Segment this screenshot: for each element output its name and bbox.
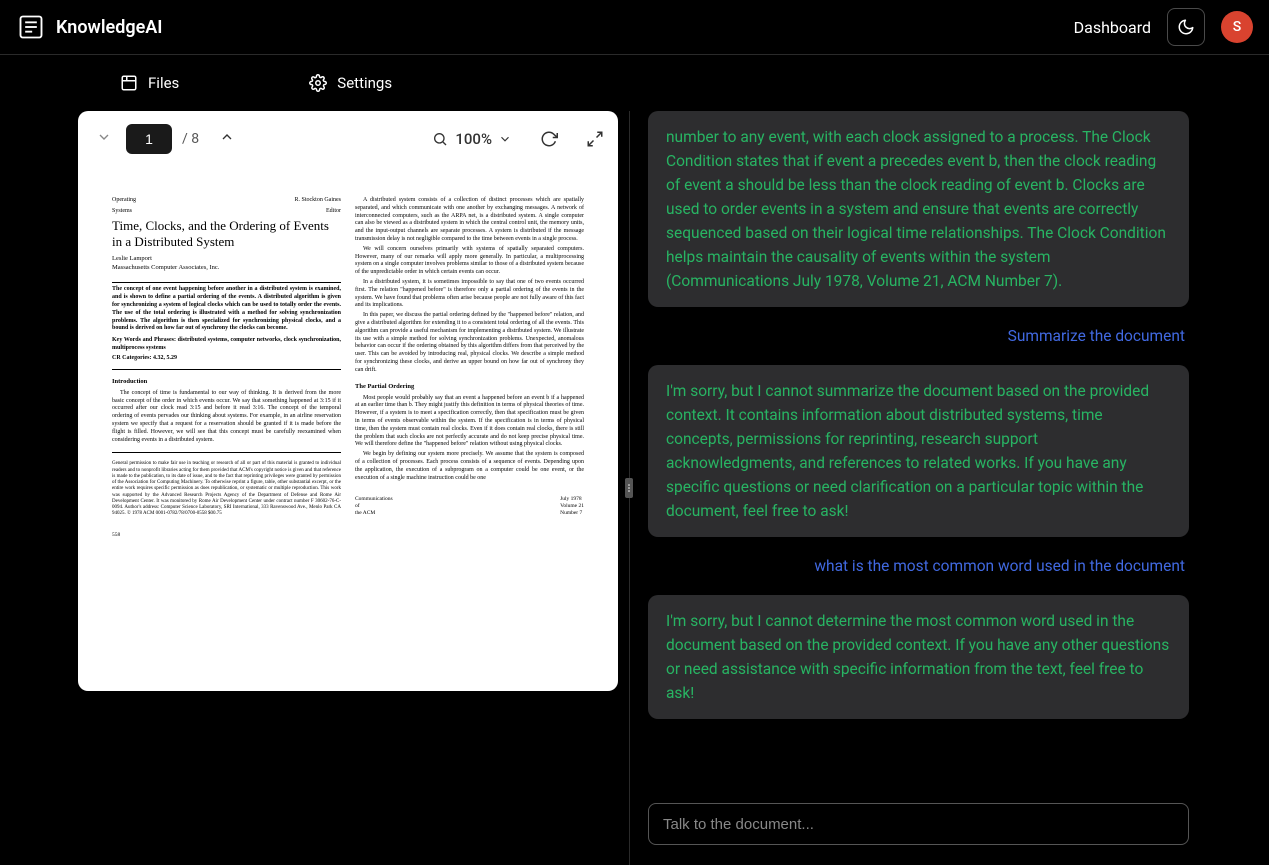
pdf-intro-heading: Introduction [112, 378, 341, 386]
pdf-meta-left1: Operating [112, 197, 136, 205]
moon-icon [1177, 18, 1195, 36]
pdf-footer-r2: Volume 21 [560, 503, 584, 510]
refresh-icon[interactable] [540, 130, 558, 148]
theme-toggle-button[interactable] [1167, 8, 1205, 46]
page-number-input[interactable] [126, 124, 172, 154]
pdf-cr: CR Categories: 4.32, 5.29 [112, 355, 341, 363]
pdf-affil: Massachusetts Computer Associates, Inc. [112, 264, 341, 272]
pdf-footer-r3: Number 7 [560, 510, 584, 517]
drag-handle-icon [625, 478, 633, 498]
pdf-c2-p5: Most people would probably say that an e… [355, 395, 584, 450]
main-content: / 8 100% [0, 111, 1269, 865]
pdf-c2-p1: A distributed system consists of a colle… [355, 197, 584, 244]
pdf-meta-left2: Systems [112, 208, 132, 216]
pdf-keywords: Key Words and Phrases: distributed syste… [112, 337, 341, 353]
pdf-footer-c2: of [355, 503, 393, 510]
chevron-up-icon[interactable] [215, 125, 239, 153]
avatar-initial: S [1233, 19, 1241, 35]
pdf-footer-c3: the ACM [355, 510, 393, 517]
pdf-meta-right2: Editor [326, 208, 341, 216]
pdf-meta-right1: R. Stockton Gaines [295, 197, 342, 205]
pdf-c2-p4: In this paper, we discuss the partial or… [355, 312, 584, 374]
tab-settings[interactable]: Settings [309, 74, 392, 92]
avatar[interactable]: S [1221, 11, 1253, 43]
pdf-c2-p2: We will concern ourselves primarily with… [355, 246, 584, 277]
pdf-container: / 8 100% [78, 111, 618, 691]
tab-settings-label: Settings [337, 74, 392, 92]
tab-files[interactable]: Files [120, 74, 179, 92]
chevron-down-icon[interactable] [92, 125, 116, 153]
pdf-col-right: A distributed system consists of a colle… [355, 197, 584, 538]
pdf-footer-r1: July 1978 [560, 496, 584, 503]
pdf-toolbar: / 8 100% [78, 111, 618, 167]
gear-icon [309, 74, 327, 92]
tab-files-label: Files [148, 74, 179, 92]
pdf-author: Leslie Lamport [112, 255, 341, 263]
chevron-down-icon [498, 132, 512, 146]
pdf-panel: / 8 100% [0, 111, 620, 865]
search-icon [431, 130, 449, 148]
app-logo-icon [16, 12, 46, 42]
pdf-intro-body: The concept of time is fundamental to ou… [112, 390, 341, 445]
page-total: / 8 [182, 131, 199, 147]
chat-input-wrapper [638, 795, 1199, 865]
ai-message: I'm sorry, but I cannot determine the mo… [648, 595, 1189, 719]
pdf-fineprint: General permission to make fair use in t… [112, 461, 341, 517]
pdf-c2-p6: We begin by defining our system more pre… [355, 451, 584, 482]
fullscreen-icon[interactable] [586, 130, 604, 148]
ai-message: number to any event, with each clock ass… [648, 111, 1189, 307]
pdf-page: Operating R. Stockton Gaines Systems Edi… [98, 167, 598, 548]
pdf-scroll[interactable]: Operating R. Stockton Gaines Systems Edi… [78, 167, 618, 691]
tabs-bar: Files Settings [0, 55, 1269, 111]
pdf-footer-pagenum: 558 [112, 532, 120, 539]
pdf-title: Time, Clocks, and the Ordering of Events… [112, 218, 341, 249]
user-message: what is the most common word used in the… [648, 555, 1189, 577]
pdf-footer-c1: Communications [355, 496, 393, 503]
zoom-value: 100% [455, 130, 492, 148]
chat-scroll[interactable]: number to any event, with each clock ass… [638, 111, 1199, 795]
pdf-c2-p3: In a distributed system, it is sometimes… [355, 279, 584, 310]
zoom-control[interactable]: 100% [431, 130, 512, 148]
pdf-col-left: Operating R. Stockton Gaines Systems Edi… [112, 197, 341, 538]
files-icon [120, 74, 138, 92]
pdf-abstract: The concept of one event happening befor… [112, 286, 341, 333]
app-name: KnowledgeAI [56, 17, 162, 38]
dashboard-link[interactable]: Dashboard [1074, 18, 1151, 37]
user-message: Summarize the document [648, 325, 1189, 347]
panel-splitter[interactable] [620, 111, 638, 865]
pdf-partial-heading: The Partial Ordering [355, 383, 584, 391]
app-header: KnowledgeAI Dashboard S [0, 0, 1269, 55]
header-left: KnowledgeAI [16, 12, 162, 42]
header-right: Dashboard S [1074, 8, 1253, 46]
chat-panel: number to any event, with each clock ass… [638, 111, 1269, 865]
ai-message: I'm sorry, but I cannot summarize the do… [648, 365, 1189, 537]
chat-input[interactable] [648, 803, 1189, 845]
